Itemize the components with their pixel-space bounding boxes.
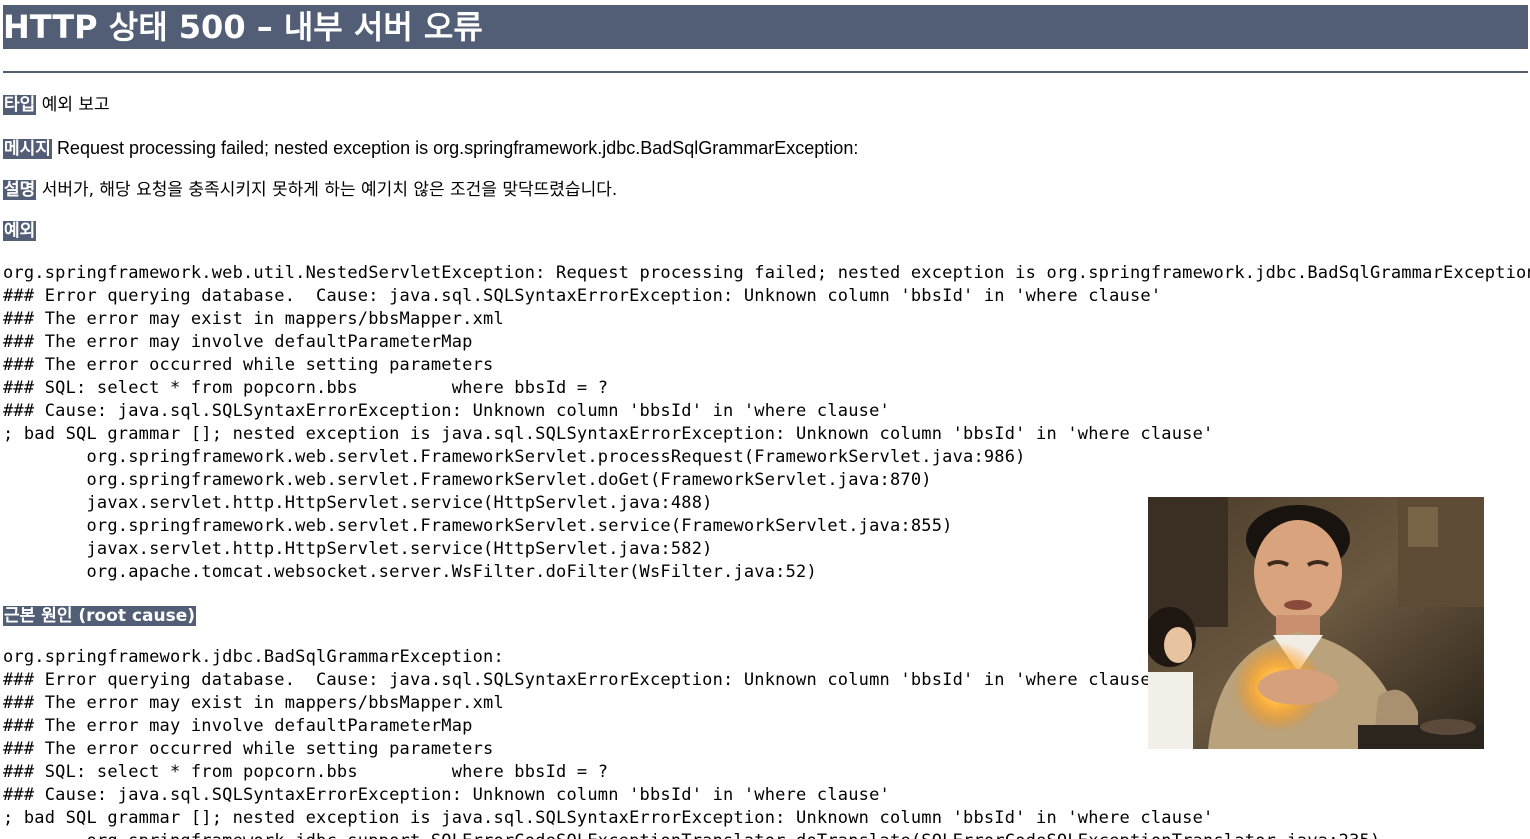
title-divider [3,71,1528,73]
type-row: 타입 예외 보고 [3,94,1528,116]
description-label: 설명 [3,180,37,200]
message-label: 메시지 [3,139,52,159]
message-row: 메시지 Request processing failed; nested ex… [3,137,1528,160]
page-title: HTTP 상태 500 – 내부 서버 오류 [3,5,1528,49]
exception-label: 예외 [3,221,37,241]
photo-man-heartburn-icon [1148,497,1484,749]
exception-row: 예외 [3,220,1528,242]
description-value: 서버가, 해당 요청을 충족시키지 못하게 하는 예기치 않은 조건을 맞닥뜨렸… [41,180,618,200]
type-label: 타입 [3,95,37,115]
type-value: 예외 보고 [41,95,110,115]
message-value: Request processing failed; nested except… [56,138,859,158]
overlay-photo [1148,497,1484,749]
root-cause-label: 근본 원인 (root cause) [3,606,197,626]
description-row: 설명 서버가, 해당 요청을 충족시키지 못하게 하는 예기치 않은 조건을 맞… [3,179,1528,201]
